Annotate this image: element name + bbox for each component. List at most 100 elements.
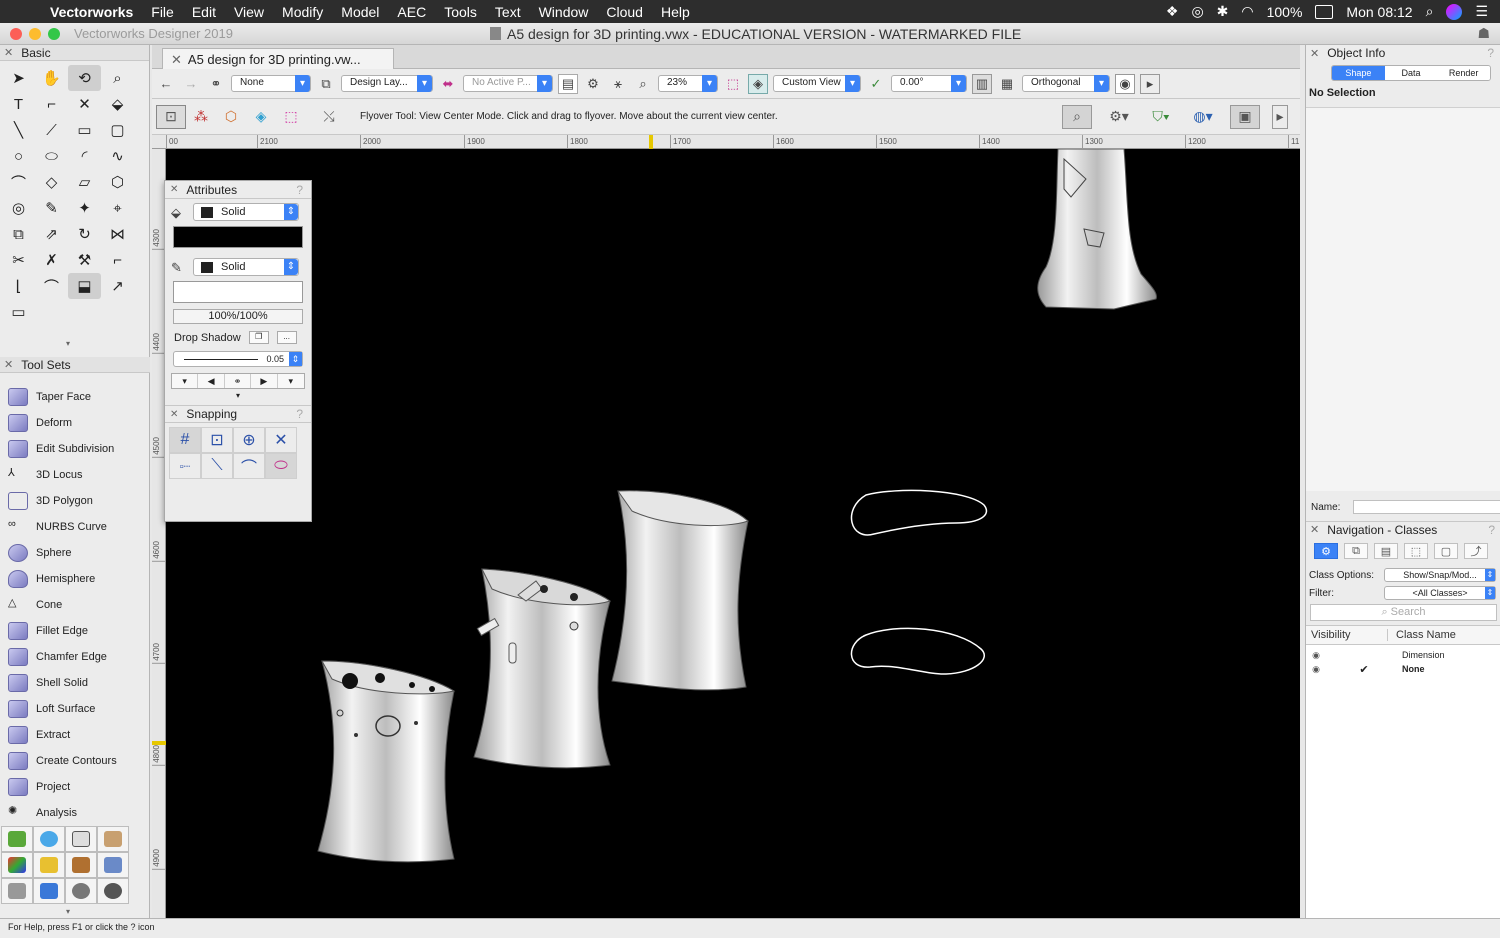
- fit-to-window-icon[interactable]: ⬚: [723, 74, 743, 94]
- horizontal-ruler[interactable]: 00 2100 2000 1900 1800 1700 1600 1500 14…: [152, 135, 1300, 149]
- bluetooth-icon[interactable]: ✱: [1217, 3, 1229, 20]
- help-icon[interactable]: ?: [296, 183, 303, 197]
- opacity-field[interactable]: 100%/100%: [173, 309, 303, 324]
- viewports-tab-icon[interactable]: ⬚: [1404, 543, 1428, 559]
- polygon-tool-icon[interactable]: ◇: [35, 169, 68, 195]
- menu-modify[interactable]: Modify: [273, 4, 332, 20]
- snapping-palette-header[interactable]: ✕ Snapping ?: [165, 405, 311, 423]
- hemisphere-tool[interactable]: Hemisphere: [0, 566, 150, 592]
- battery-icon[interactable]: [1315, 4, 1334, 19]
- collapse-arrow-icon[interactable]: ▾: [66, 339, 70, 348]
- clock[interactable]: Mon 08:12: [1346, 4, 1412, 20]
- machine-design-toolset[interactable]: [65, 878, 97, 904]
- create-contours-tool[interactable]: Create Contours: [0, 748, 150, 774]
- visibility-toggle-icon[interactable]: ⚙: [583, 74, 603, 94]
- chamfer-tool-icon[interactable]: ⌒: [35, 273, 68, 299]
- edit-subdivision-tool[interactable]: Edit Subdivision: [0, 436, 150, 462]
- forward-arrow-icon[interactable]: →: [181, 74, 201, 94]
- double-line-tool-icon[interactable]: ⟋: [35, 117, 68, 143]
- snap-to-surface-icon[interactable]: ⬭: [265, 453, 297, 479]
- close-icon[interactable]: ✕: [4, 46, 13, 59]
- rotate-tool-icon[interactable]: ↻: [68, 221, 101, 247]
- navigation-header[interactable]: ✕ Navigation - Classes ?: [1306, 521, 1500, 537]
- help-icon[interactable]: ?: [1488, 523, 1495, 537]
- furniture-toolset[interactable]: [97, 826, 129, 852]
- help-icon[interactable]: ?: [296, 407, 303, 421]
- referenced-files-tab-icon[interactable]: ⤴: [1464, 543, 1488, 559]
- text-tool-icon[interactable]: T: [2, 91, 35, 117]
- nurbs-curve-tool[interactable]: ∞ NURBS Curve: [0, 514, 150, 540]
- locus-tool-icon[interactable]: ✕: [68, 91, 101, 117]
- lighting-globe-icon[interactable]: ◍▾: [1188, 105, 1218, 129]
- user-center-mode-icon[interactable]: ⁂: [186, 105, 216, 129]
- settings-gear-icon[interactable]: ⚙▾: [1104, 105, 1134, 129]
- circle-tool-icon[interactable]: ○: [2, 143, 35, 169]
- object-info-header[interactable]: ✕ Object Info ?: [1306, 45, 1500, 61]
- smart-points-icon[interactable]: ▫┈: [169, 453, 201, 479]
- detailing-toolset[interactable]: [65, 852, 97, 878]
- view-select[interactable]: Custom View: [773, 75, 861, 92]
- attribute-mapping-tool-icon[interactable]: ✦: [68, 195, 101, 221]
- visualization-toolset[interactable]: [1, 852, 33, 878]
- clip-tool-icon[interactable]: ✂: [2, 247, 35, 273]
- layer-select[interactable]: Design Lay...: [341, 75, 433, 92]
- menu-text[interactable]: Text: [486, 4, 530, 20]
- tab-data[interactable]: Data: [1384, 66, 1438, 80]
- 3d-polygon-tool[interactable]: 3D Polygon: [0, 488, 150, 514]
- class-row[interactable]: ◉ ✔ None: [1306, 661, 1500, 677]
- viewbar-more-icon[interactable]: ▸: [1140, 73, 1160, 94]
- class-row[interactable]: ◉ Dimension: [1306, 645, 1500, 661]
- link-markers-icon[interactable]: ⚭: [225, 374, 252, 388]
- rotate-plan-icon[interactable]: ✓: [866, 74, 886, 94]
- vase-model-1[interactable]: [317, 660, 456, 863]
- 3d-modeling-toolset[interactable]: [1, 878, 33, 904]
- fill-color-swatch[interactable]: [173, 226, 303, 248]
- fillet-edge-tool[interactable]: Fillet Edge: [0, 618, 150, 644]
- checkmark-icon[interactable]: ✔: [1326, 663, 1402, 676]
- close-window-button[interactable]: [10, 27, 22, 40]
- polyline-tool-icon[interactable]: ⌒: [2, 169, 35, 195]
- pen-color-swatch[interactable]: [173, 281, 303, 303]
- arc-tool-icon[interactable]: ◜: [68, 143, 101, 169]
- eye-icon[interactable]: ◉: [1306, 664, 1326, 675]
- drop-shadow-toggle[interactable]: ❐: [248, 331, 269, 344]
- eye-icon[interactable]: ◉: [1306, 650, 1326, 661]
- menu-window[interactable]: Window: [530, 4, 598, 20]
- fillet-tool-icon[interactable]: ⌐: [101, 247, 134, 273]
- layout-icon[interactable]: ▦: [997, 74, 1017, 94]
- view-pane-icon[interactable]: ▣: [1230, 104, 1260, 129]
- start-marker-dropdown[interactable]: ▾: [172, 374, 199, 388]
- rotation-input[interactable]: 0.00°: [891, 75, 967, 92]
- creative-cloud-icon[interactable]: ◎: [1191, 3, 1203, 20]
- zoom-icon[interactable]: ⌕: [633, 74, 653, 94]
- attributes-palette-header[interactable]: ✕ Attributes ?: [165, 181, 311, 199]
- move-by-points-tool-icon[interactable]: ⇗: [35, 221, 68, 247]
- collapse-arrow-icon[interactable]: ▾: [165, 391, 311, 400]
- dropbox-icon[interactable]: ❖: [1166, 3, 1179, 20]
- class-name-column-header[interactable]: Class Name: [1388, 629, 1456, 641]
- pan-tool-icon[interactable]: ✋: [35, 65, 68, 91]
- collapse-arrow-icon[interactable]: ▾: [66, 907, 70, 916]
- mode-bar-more-icon[interactable]: ▸: [1272, 104, 1288, 129]
- lighting-toolset[interactable]: [33, 852, 65, 878]
- start-marker-icon[interactable]: ◀: [198, 374, 225, 388]
- design-layers-tab-icon[interactable]: ⧉: [1344, 543, 1368, 559]
- sheet-icon[interactable]: ▤: [558, 73, 578, 94]
- vase-model-3[interactable]: [611, 490, 749, 691]
- tangent-snap-icon[interactable]: ⌒: [233, 453, 265, 479]
- help-icon[interactable]: ?: [1487, 46, 1494, 60]
- chamfer-edge-tool[interactable]: Chamfer Edge: [0, 644, 150, 670]
- vase-model-top[interactable]: [1037, 149, 1157, 310]
- visibility-column-header[interactable]: Visibility: [1306, 629, 1388, 641]
- pen-style-select[interactable]: Solid: [193, 258, 299, 276]
- flyover-settings-icon[interactable]: ⤯: [314, 105, 344, 129]
- saved-views-tab-icon[interactable]: ▢: [1434, 543, 1458, 559]
- taper-face-tool[interactable]: Taper Face: [0, 384, 150, 410]
- site-planning-toolset[interactable]: [1, 826, 33, 852]
- menu-tools[interactable]: Tools: [435, 4, 486, 20]
- loft-surface-tool[interactable]: Loft Surface: [0, 696, 150, 722]
- class-search-input[interactable]: ⌕ Search: [1310, 604, 1497, 621]
- snap-to-angle-icon[interactable]: ⊕: [233, 427, 265, 453]
- rectangle-tool-icon[interactable]: ▭: [68, 117, 101, 143]
- analysis-tool[interactable]: ✺ Analysis: [0, 800, 150, 826]
